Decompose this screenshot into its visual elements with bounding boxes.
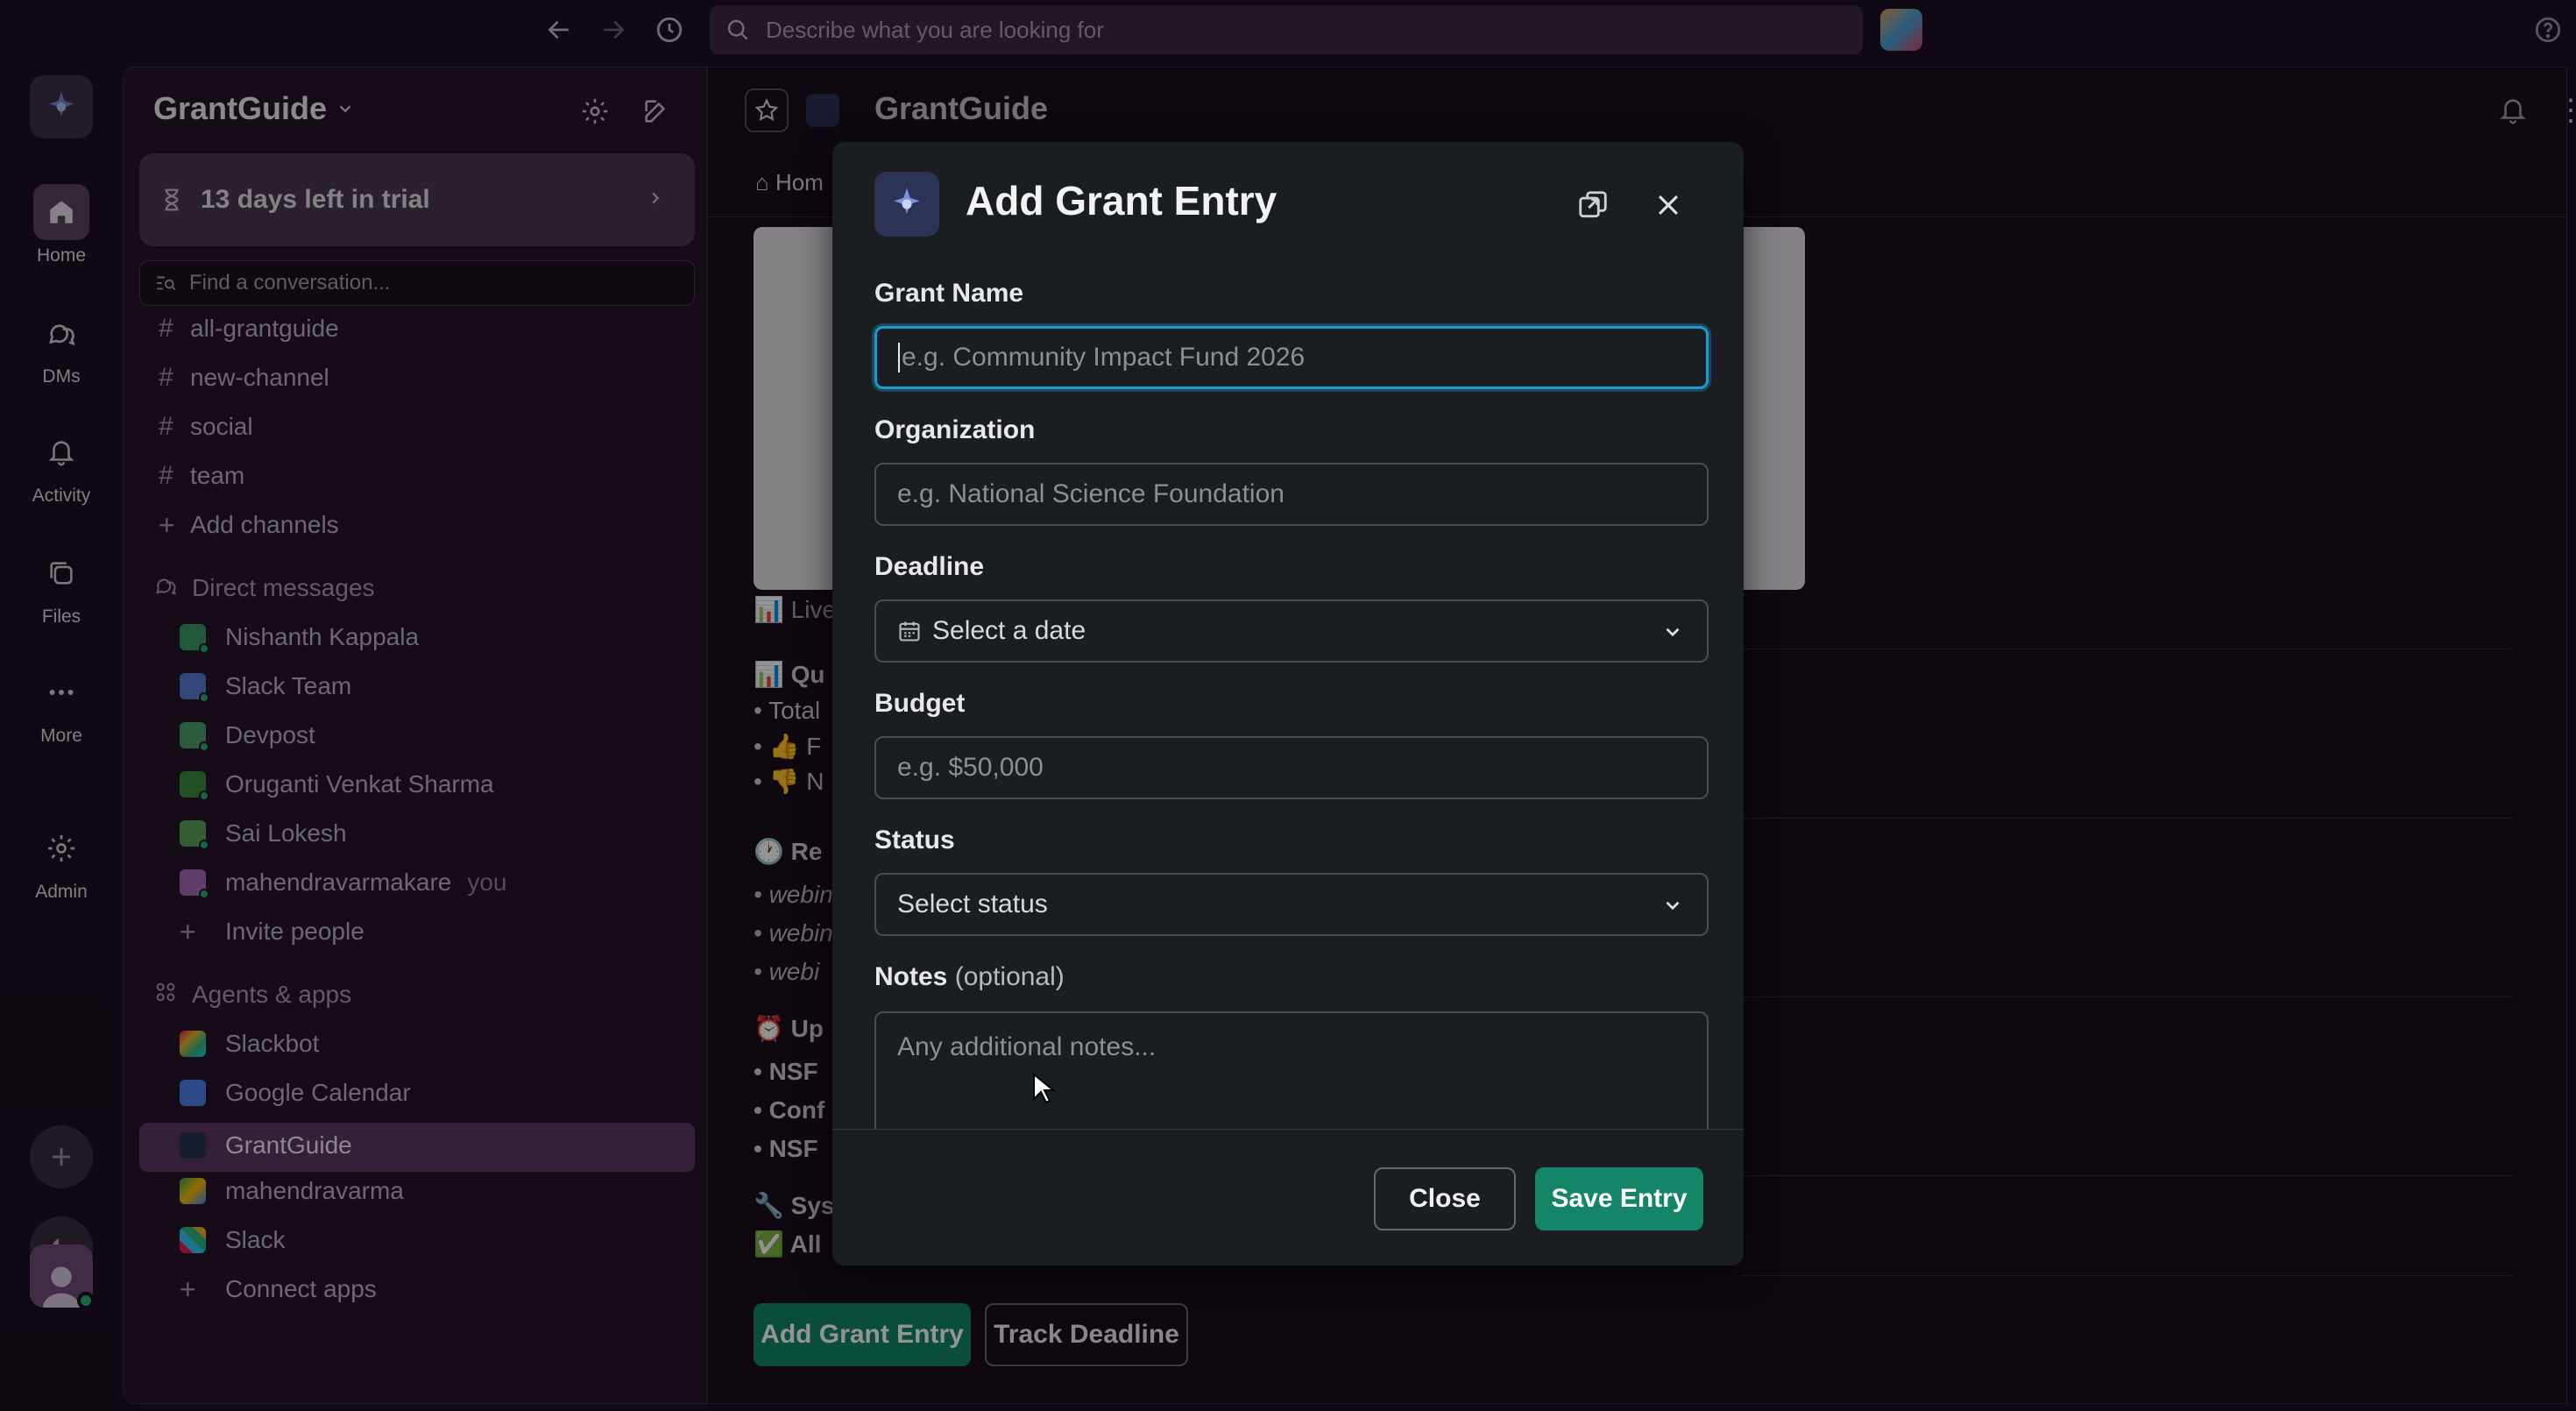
organization-label: Organization xyxy=(874,415,1036,444)
grant-name-field[interactable]: e.g. Community Impact Fund 2026 xyxy=(874,326,1709,389)
grantguide-app-icon xyxy=(874,172,939,237)
notes-optional-text: (optional) xyxy=(954,962,1065,991)
status-select[interactable]: Select status xyxy=(874,873,1709,936)
organization-placeholder: e.g. National Science Foundation xyxy=(897,479,1284,508)
notes-label-text: Notes xyxy=(874,962,948,991)
chevron-down-icon xyxy=(1661,620,1684,650)
grant-name-placeholder: e.g. Community Impact Fund 2026 xyxy=(902,343,1306,372)
budget-placeholder: e.g. $50,000 xyxy=(897,753,1044,782)
close-button[interactable]: Close xyxy=(1374,1167,1516,1230)
deadline-placeholder: Select a date xyxy=(932,616,1086,645)
deadline-datepicker[interactable]: Select a date xyxy=(874,599,1709,663)
deadline-label: Deadline xyxy=(874,552,985,581)
organization-field[interactable]: e.g. National Science Foundation xyxy=(874,463,1709,526)
modal-footer-divider xyxy=(832,1129,1744,1130)
grant-name-label: Grant Name xyxy=(874,279,1024,308)
chevron-down-icon xyxy=(1661,894,1684,924)
notes-label: Notes (optional) xyxy=(874,962,1065,992)
mouse-cursor-icon xyxy=(1032,1072,1056,1109)
text-caret xyxy=(898,343,900,372)
status-placeholder: Select status xyxy=(897,890,1048,918)
popout-icon[interactable] xyxy=(1568,181,1617,230)
status-label: Status xyxy=(874,826,955,854)
close-icon[interactable] xyxy=(1644,181,1693,230)
budget-label: Budget xyxy=(874,689,966,718)
add-grant-modal: Add Grant Entry Grant Name e.g. Communit… xyxy=(832,142,1744,1266)
budget-field[interactable]: e.g. $50,000 xyxy=(874,736,1709,799)
modal-title: Add Grant Entry xyxy=(966,178,1277,223)
save-entry-button[interactable]: Save Entry xyxy=(1535,1167,1703,1230)
calendar-icon xyxy=(899,621,920,642)
notes-textarea[interactable]: Any additional notes... xyxy=(874,1011,1709,1143)
notes-placeholder: Any additional notes... xyxy=(897,1032,1157,1061)
